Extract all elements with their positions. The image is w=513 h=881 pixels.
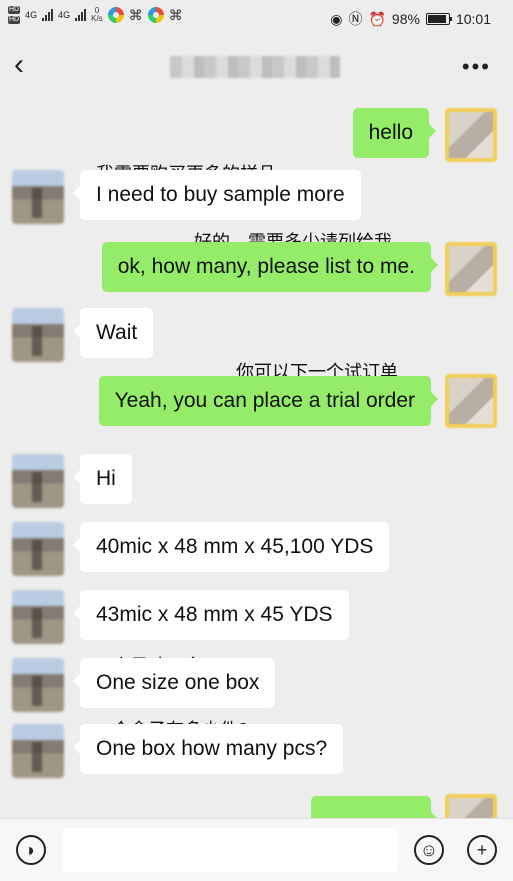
signal-icon: 4G: [25, 10, 38, 20]
avatar[interactable]: [12, 590, 64, 644]
nfc-icon: Ⓝ: [348, 11, 363, 27]
clock: 10:01: [455, 11, 491, 27]
eye-icon: ◉: [330, 10, 343, 27]
chat-title: [170, 56, 340, 78]
message-bubble-outgoing[interactable]: ok, how many, please list to me.: [101, 242, 439, 292]
status-right: ◉ Ⓝ ⏰ 98% 10:01: [330, 9, 491, 29]
message-bubble-incoming[interactable]: 40mic x 48 mm x 45,100 YDS: [72, 522, 390, 572]
signal-bars-icon: [75, 9, 87, 21]
message-bubble-incoming[interactable]: Wait: [72, 308, 154, 358]
avatar[interactable]: [12, 724, 64, 778]
plus-icon[interactable]: +: [467, 835, 497, 865]
status-bar: HD HD 4G 4G 0 K/s ⌘ ⌘ ◉ Ⓝ ⏰ 98% 10:01: [0, 0, 513, 36]
app-icon: [107, 7, 124, 23]
message-input[interactable]: [62, 828, 398, 872]
avatar[interactable]: [445, 374, 497, 428]
message-bubble-outgoing[interactable]: hello: [352, 108, 437, 158]
back-arrow-icon[interactable]: ‹: [14, 50, 42, 82]
app-icon: ⌘: [128, 6, 143, 23]
avatar[interactable]: [12, 454, 64, 508]
avatar[interactable]: [12, 308, 64, 362]
net-speed: 0 K/s: [91, 6, 103, 23]
message-bubble-outgoing[interactable]: Yeah, you can place a trial order: [98, 376, 439, 426]
emoji-icon[interactable]: ☺: [414, 835, 444, 865]
chat-header: ‹ •••: [0, 36, 513, 98]
battery-icon: [425, 13, 452, 25]
message-bubble-incoming[interactable]: I need to buy sample more: [73, 170, 361, 220]
signal-bars-icon: [42, 9, 54, 21]
voice-icon[interactable]: ◗: [16, 835, 46, 865]
avatar[interactable]: [12, 658, 64, 712]
message-bubble-incoming[interactable]: Hi: [73, 454, 132, 504]
status-left: HD HD 4G 4G 0 K/s ⌘ ⌘: [8, 6, 183, 24]
hd-icon: HD HD: [8, 6, 21, 24]
more-dots-icon[interactable]: •••: [462, 54, 491, 80]
signal-icon: 4G: [58, 10, 71, 20]
message-list[interactable]: hello 我需要购买更多的样品 I need to buy sample mo…: [0, 98, 513, 820]
avatar[interactable]: [12, 522, 64, 576]
avatar[interactable]: [445, 794, 497, 820]
avatar[interactable]: [445, 242, 497, 296]
avatar[interactable]: [445, 108, 497, 162]
message-bubble-incoming[interactable]: 43mic x 48 mm x 45 YDS: [73, 590, 349, 640]
avatar[interactable]: [12, 170, 64, 224]
app-icon: [147, 7, 164, 23]
message-bubble-outgoing[interactable]: [311, 796, 438, 820]
alarm-icon: ⏰: [368, 10, 386, 27]
message-bubble-incoming[interactable]: One size one box: [72, 658, 276, 708]
message-bubble-incoming[interactable]: One box how many pcs?: [72, 724, 344, 774]
battery-percent: 98%: [391, 11, 420, 27]
input-bar: ◗ ☺ +: [0, 818, 513, 881]
app-icon: ⌘: [168, 6, 183, 23]
